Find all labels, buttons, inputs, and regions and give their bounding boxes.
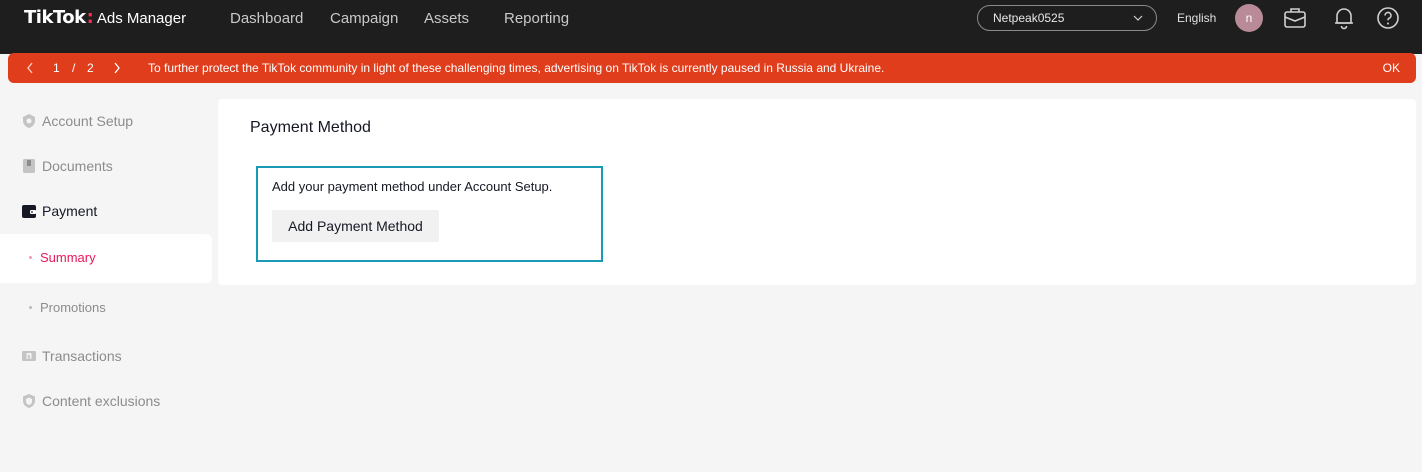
briefcase-icon[interactable] — [1282, 5, 1308, 31]
banner-page-separator: / — [72, 61, 76, 75]
sidebar-item-documents[interactable]: Documents — [21, 156, 113, 176]
banner-total-pages: 2 — [87, 61, 94, 75]
sidebar-item-label: Payment — [42, 203, 98, 219]
top-navigation-bar: TikTok : Ads Manager Dashboard Campaign … — [0, 0, 1422, 54]
announcement-banner: 1 / 2 To further protect the TikTok comm… — [8, 53, 1416, 83]
account-name: Netpeak0525 — [993, 11, 1065, 25]
sidebar-item-content-exclusions[interactable]: Content exclusions — [21, 391, 160, 411]
wallet-icon — [22, 205, 36, 218]
sidebar-item-label: Transactions — [42, 348, 122, 364]
chevron-left-icon[interactable] — [25, 61, 35, 75]
bullet-icon — [29, 256, 32, 259]
payment-method-card: Payment Method Add your payment method u… — [218, 99, 1416, 285]
sidebar-item-label: Account Setup — [42, 113, 134, 129]
sidebar-item-account-setup[interactable]: Account Setup — [21, 111, 133, 131]
avatar[interactable]: n — [1235, 4, 1263, 32]
banner-current-page: 1 — [53, 61, 60, 75]
gear-shield-icon — [23, 114, 35, 128]
nav-dashboard[interactable]: Dashboard — [230, 10, 303, 27]
money-icon: $ — [22, 351, 36, 361]
sidebar-subitem-summary[interactable]: Summary — [29, 250, 96, 265]
nav-assets[interactable]: Assets — [424, 10, 469, 27]
payment-method-notice: Add your payment method under Account Se… — [256, 166, 603, 262]
chevron-down-icon — [1133, 15, 1143, 21]
tiktok-ads-manager-logo[interactable]: TikTok : Ads Manager — [24, 7, 186, 28]
help-icon[interactable] — [1375, 5, 1401, 31]
logo-brand: TikTok — [24, 7, 86, 28]
nav-campaign[interactable]: Campaign — [330, 10, 398, 27]
chevron-right-icon[interactable] — [112, 61, 122, 75]
sidebar-item-transactions[interactable]: $ Transactions — [21, 346, 122, 366]
document-icon — [23, 159, 35, 173]
account-selector[interactable]: Netpeak0525 — [977, 5, 1157, 31]
logo-colon: : — [86, 7, 94, 28]
sidebar-subitem-label: Promotions — [40, 300, 106, 315]
bullet-icon — [29, 306, 32, 309]
sidebar-subitem-promotions[interactable]: Promotions — [29, 300, 106, 315]
shield-icon — [23, 394, 35, 408]
page-title: Payment Method — [250, 119, 371, 136]
sidebar-item-label: Content exclusions — [42, 393, 161, 409]
notice-text: Add your payment method under Account Se… — [272, 179, 553, 194]
sidebar-item-label: Documents — [42, 158, 113, 174]
sidebar-subitem-label: Summary — [40, 250, 96, 265]
logo-product: Ads Manager — [96, 10, 187, 27]
sidebar-item-payment[interactable]: Payment — [21, 201, 97, 221]
add-payment-method-button[interactable]: Add Payment Method — [272, 210, 439, 242]
language-selector[interactable]: English — [1177, 11, 1216, 25]
banner-ok-button[interactable]: OK — [1383, 61, 1400, 75]
banner-message: To further protect the TikTok community … — [148, 61, 885, 75]
nav-reporting[interactable]: Reporting — [504, 10, 569, 27]
svg-text:$: $ — [27, 354, 30, 360]
bell-icon[interactable] — [1331, 5, 1357, 31]
